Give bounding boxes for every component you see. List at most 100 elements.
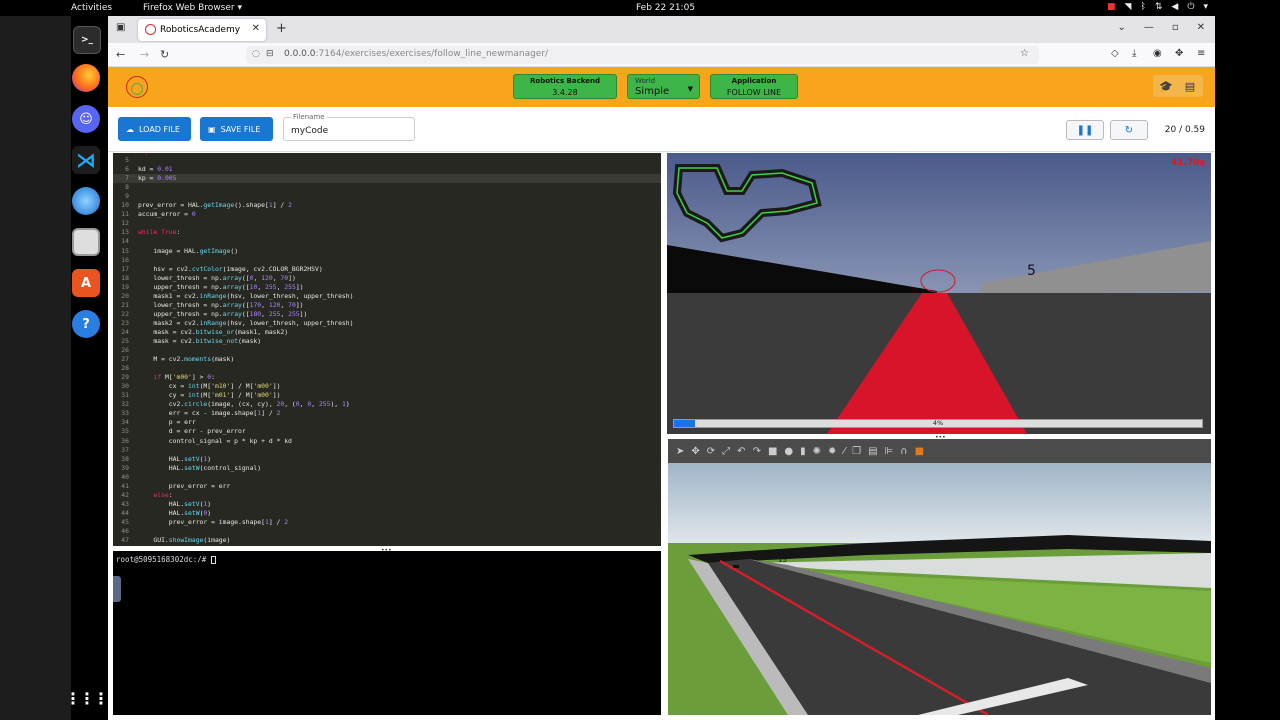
magnet-icon[interactable]: ∩ <box>900 446 907 457</box>
box-shape-icon[interactable]: ■ <box>768 446 777 457</box>
code-line[interactable]: 37 <box>113 446 661 455</box>
code-line[interactable]: 33 err = cx - image.shape[1] / 2 <box>113 409 661 418</box>
paste-icon[interactable]: ▤ <box>868 446 877 457</box>
code-line[interactable]: 17 hsv = cv2.cvtColor(image, cv2.COLOR_B… <box>113 265 661 274</box>
code-line[interactable]: 12 <box>113 219 661 228</box>
code-line[interactable]: 15 image = HAL.getImage() <box>113 247 661 256</box>
code-line[interactable]: 8 <box>113 183 661 192</box>
university-icon[interactable]: 🎓 <box>1153 75 1179 97</box>
reload-icon[interactable]: ↻ <box>160 48 169 61</box>
app-center-icon[interactable]: A <box>72 269 100 297</box>
code-line[interactable]: 35 d = err - prev_error <box>113 427 661 436</box>
code-line[interactable]: 45 prev_error = image.shape[1] / 2 <box>113 518 661 527</box>
sphere-shape-icon[interactable]: ● <box>784 446 793 457</box>
copy-icon[interactable]: ❐ <box>852 446 861 457</box>
code-line[interactable]: 25 mask = cv2.bitwise_not(mask) <box>113 337 661 346</box>
code-line[interactable]: 32 cv2.circle(image, (cx, cy), 20, (0, 0… <box>113 400 661 409</box>
clock[interactable]: Feb 22 21:05 <box>636 3 695 13</box>
code-line[interactable]: 11 accum_error = 0 <box>113 210 661 219</box>
code-line[interactable]: 46 <box>113 527 661 536</box>
activities-button[interactable]: Activities <box>71 3 112 13</box>
select-arrow-icon[interactable]: ➤ <box>676 446 684 457</box>
terminal-side-tab[interactable] <box>113 576 121 602</box>
code-line[interactable]: 14 <box>113 237 661 246</box>
code-line[interactable]: 41 prev_error = err <box>113 482 661 491</box>
spot-light-icon[interactable]: ✹ <box>828 446 836 457</box>
maximize-icon[interactable]: ▫ <box>1172 22 1179 33</box>
redo-icon[interactable]: ↷ <box>753 446 761 457</box>
minimize-icon[interactable]: — <box>1144 22 1154 33</box>
extensions-icon[interactable]: ✥ <box>1175 48 1183 59</box>
terminal[interactable]: root@5095168302dc:/# <box>113 551 661 715</box>
app-menu[interactable]: Firefox Web Browser ▾ <box>143 3 242 13</box>
code-line[interactable]: 30 cx = int(M['m10'] / M['m00']) <box>113 382 661 391</box>
close-tab-icon[interactable]: ✕ <box>252 23 260 34</box>
pause-button[interactable]: ❚❚ <box>1066 120 1104 140</box>
code-line[interactable]: 16 <box>113 256 661 265</box>
code-line[interactable]: 42 else: <box>113 491 661 500</box>
tab-overview-icon[interactable]: ▣ <box>116 22 125 33</box>
save-file-button[interactable]: ▣ SAVE FILE <box>200 117 273 141</box>
code-line[interactable]: 18 lower_thresh = np.array([0, 120, 70]) <box>113 274 661 283</box>
url-bar[interactable]: ◌ ⊟ 0.0.0.0:7164/exercises/exercises/fol… <box>246 46 1039 64</box>
code-line[interactable]: 29 if M['m00'] > 0: <box>113 373 661 382</box>
downloads-icon[interactable]: ⤓ <box>1132 48 1136 59</box>
pocket-icon[interactable]: ◇ <box>1111 48 1119 59</box>
vscode-icon[interactable]: ⋊ <box>72 146 100 174</box>
code-line[interactable]: 26 <box>113 346 661 355</box>
code-line[interactable]: 39 HAL.setW(control_signal) <box>113 464 661 473</box>
code-line[interactable]: 27 M = cv2.moments(mask) <box>113 355 661 364</box>
bookmark-star-icon[interactable]: ☆ <box>1020 48 1029 59</box>
code-line[interactable]: 36 control_signal = p * kp + d * kd <box>113 437 661 446</box>
code-line[interactable]: 31 cy = int(M['m01'] / M['m00']) <box>113 391 661 400</box>
code-line[interactable]: 9 <box>113 192 661 201</box>
tab-roboticsacademy[interactable]: RoboticsAcademy ✕ <box>138 19 266 41</box>
code-line[interactable]: 6 kd = 0.01 <box>113 165 661 174</box>
code-line[interactable]: 20 mask1 = cv2.inRange(hsv, lower_thresh… <box>113 292 661 301</box>
jderobot-logo[interactable] <box>126 76 148 98</box>
new-tab-button[interactable]: + <box>276 21 287 36</box>
app-grid-icon[interactable]: ⋮⋮⋮ <box>65 684 109 712</box>
point-light-icon[interactable]: ✺ <box>813 446 821 457</box>
account-icon[interactable]: ◉ <box>1153 48 1162 59</box>
discord-icon[interactable]: ☺ <box>72 105 100 133</box>
firefox-icon[interactable] <box>72 64 100 92</box>
align-icon[interactable]: ⊫ <box>885 446 894 457</box>
forum-icon[interactable]: ▤ <box>1177 75 1203 97</box>
code-line[interactable]: 7 kp = 0.005 <box>113 174 661 184</box>
files-icon[interactable] <box>72 228 100 256</box>
code-line[interactable]: 40 <box>113 473 661 482</box>
thunderbird-icon[interactable] <box>72 187 100 215</box>
code-line[interactable]: 28 <box>113 364 661 373</box>
code-line[interactable]: 22 upper_thresh = np.array([180, 255, 25… <box>113 310 661 319</box>
scale-icon[interactable]: ⤢ <box>722 446 730 457</box>
code-line[interactable]: 19 upper_thresh = np.array([10, 255, 255… <box>113 283 661 292</box>
permissions-icon[interactable]: ⊟ <box>266 49 274 59</box>
code-line[interactable]: 13 while True: <box>113 228 661 237</box>
directional-light-icon[interactable]: ⁄ <box>843 446 845 457</box>
forward-icon[interactable]: → <box>140 48 149 61</box>
translate-icon[interactable]: ✥ <box>691 446 699 457</box>
close-window-icon[interactable]: ✕ <box>1197 22 1205 33</box>
code-line[interactable]: 44 HAL.setW(0) <box>113 509 661 518</box>
code-line[interactable]: 21 lower_thresh = np.array([170, 120, 70… <box>113 301 661 310</box>
load-file-button[interactable]: ☁ LOAD FILE <box>118 117 191 141</box>
code-line[interactable]: 5 <box>113 156 661 165</box>
reset-button[interactable]: ↻ <box>1110 120 1148 140</box>
record-icon[interactable]: ■ <box>915 446 924 457</box>
world-select[interactable]: World Simple ▼ <box>627 74 700 99</box>
list-tabs-icon[interactable]: ⌄ <box>1117 22 1125 33</box>
code-line[interactable]: 38 HAL.setV(1) <box>113 455 661 464</box>
code-line[interactable]: 24 mask = cv2.bitwise_or(mask1, mask2) <box>113 328 661 337</box>
help-icon[interactable]: ? <box>72 310 100 338</box>
application-button[interactable]: Application FOLLOW LINE <box>710 74 798 99</box>
rotate-icon[interactable]: ⟳ <box>707 446 715 457</box>
menu-icon[interactable]: ≡ <box>1197 48 1205 59</box>
filename-field[interactable]: Filename myCode <box>283 113 415 141</box>
code-line[interactable]: 10 prev_error = HAL.getImage().shape[1] /… <box>113 201 661 210</box>
undo-icon[interactable]: ↶ <box>737 446 745 457</box>
code-line[interactable]: 34 p = err <box>113 418 661 427</box>
code-line[interactable]: 43 HAL.setV(1) <box>113 500 661 509</box>
terminal-icon[interactable]: >_ <box>73 26 101 54</box>
code-editor[interactable]: 4import cv256kd = 0.017kp = 0.0058910pre… <box>113 153 661 546</box>
